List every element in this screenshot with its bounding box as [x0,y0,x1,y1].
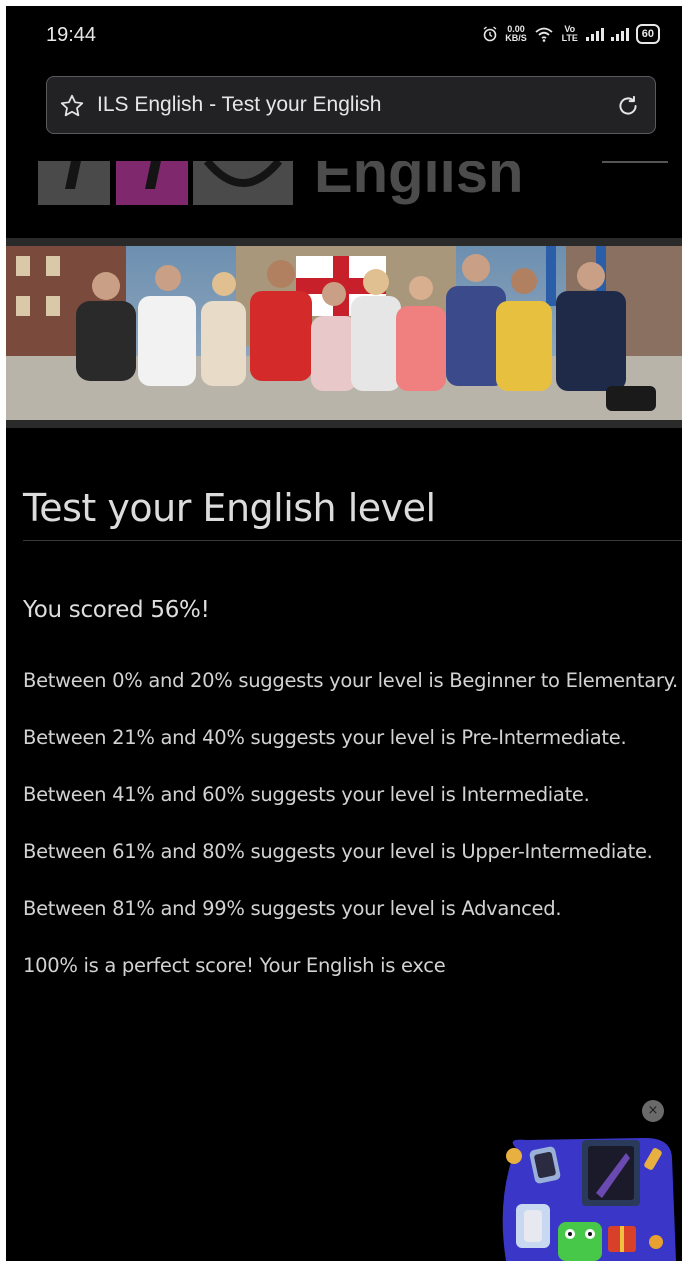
bookmark-star-icon[interactable] [59,93,85,119]
wifi-icon [535,27,553,42]
floating-ad-widget[interactable] [496,1138,682,1261]
score-text: You scored 56%! [23,597,210,623]
level-item-upper-intermediate: Between 61% and 80% suggests your level … [23,840,653,863]
network-speed-unit: KB/S [505,33,527,43]
level-item-advanced: Between 81% and 99% suggests your level … [23,897,562,920]
network-speed: 0.00 KB/S [505,25,527,43]
phone-screen: 19:44 0.00 KB/S Vo LTE 60 ILS English - … [6,6,682,1261]
level-item-perfect: 100% is a perfect score! Your English is… [23,954,446,977]
status-bar: 19:44 0.00 KB/S Vo LTE 60 [6,6,682,64]
volte-icon: Vo LTE [561,24,578,43]
address-bar-title: ILS English - Test your English [97,93,382,116]
battery-icon: 60 [635,24,660,44]
logo-block-smile [193,161,293,205]
logo-wordmark: English [314,161,524,205]
level-item-beginner: Between 0% and 20% suggests your level i… [23,669,678,692]
reload-icon[interactable] [615,93,641,119]
level-item-pre-intermediate: Between 21% and 40% suggests your level … [23,726,627,749]
status-icons: 0.00 KB/S Vo LTE 60 [482,24,660,44]
signal-icon-sim1 [585,27,604,41]
status-time: 19:44 [46,24,97,46]
menu-divider [602,161,668,163]
alarm-icon [483,26,497,42]
site-logo[interactable]: English [6,161,682,241]
level-list: Between 0% and 20% suggests your level i… [23,663,678,983]
signal-icon-sim2 [610,27,629,41]
main-content: Test your English level You scored 56%! … [23,486,682,1005]
group-photo [6,246,682,420]
level-item-intermediate: Between 41% and 60% suggests your level … [23,783,590,806]
address-bar[interactable]: ILS English - Test your English [46,76,656,134]
hero-banner-image [6,238,682,428]
page-title: Test your English level [23,486,682,541]
ad-close-button[interactable]: × [642,1100,664,1122]
